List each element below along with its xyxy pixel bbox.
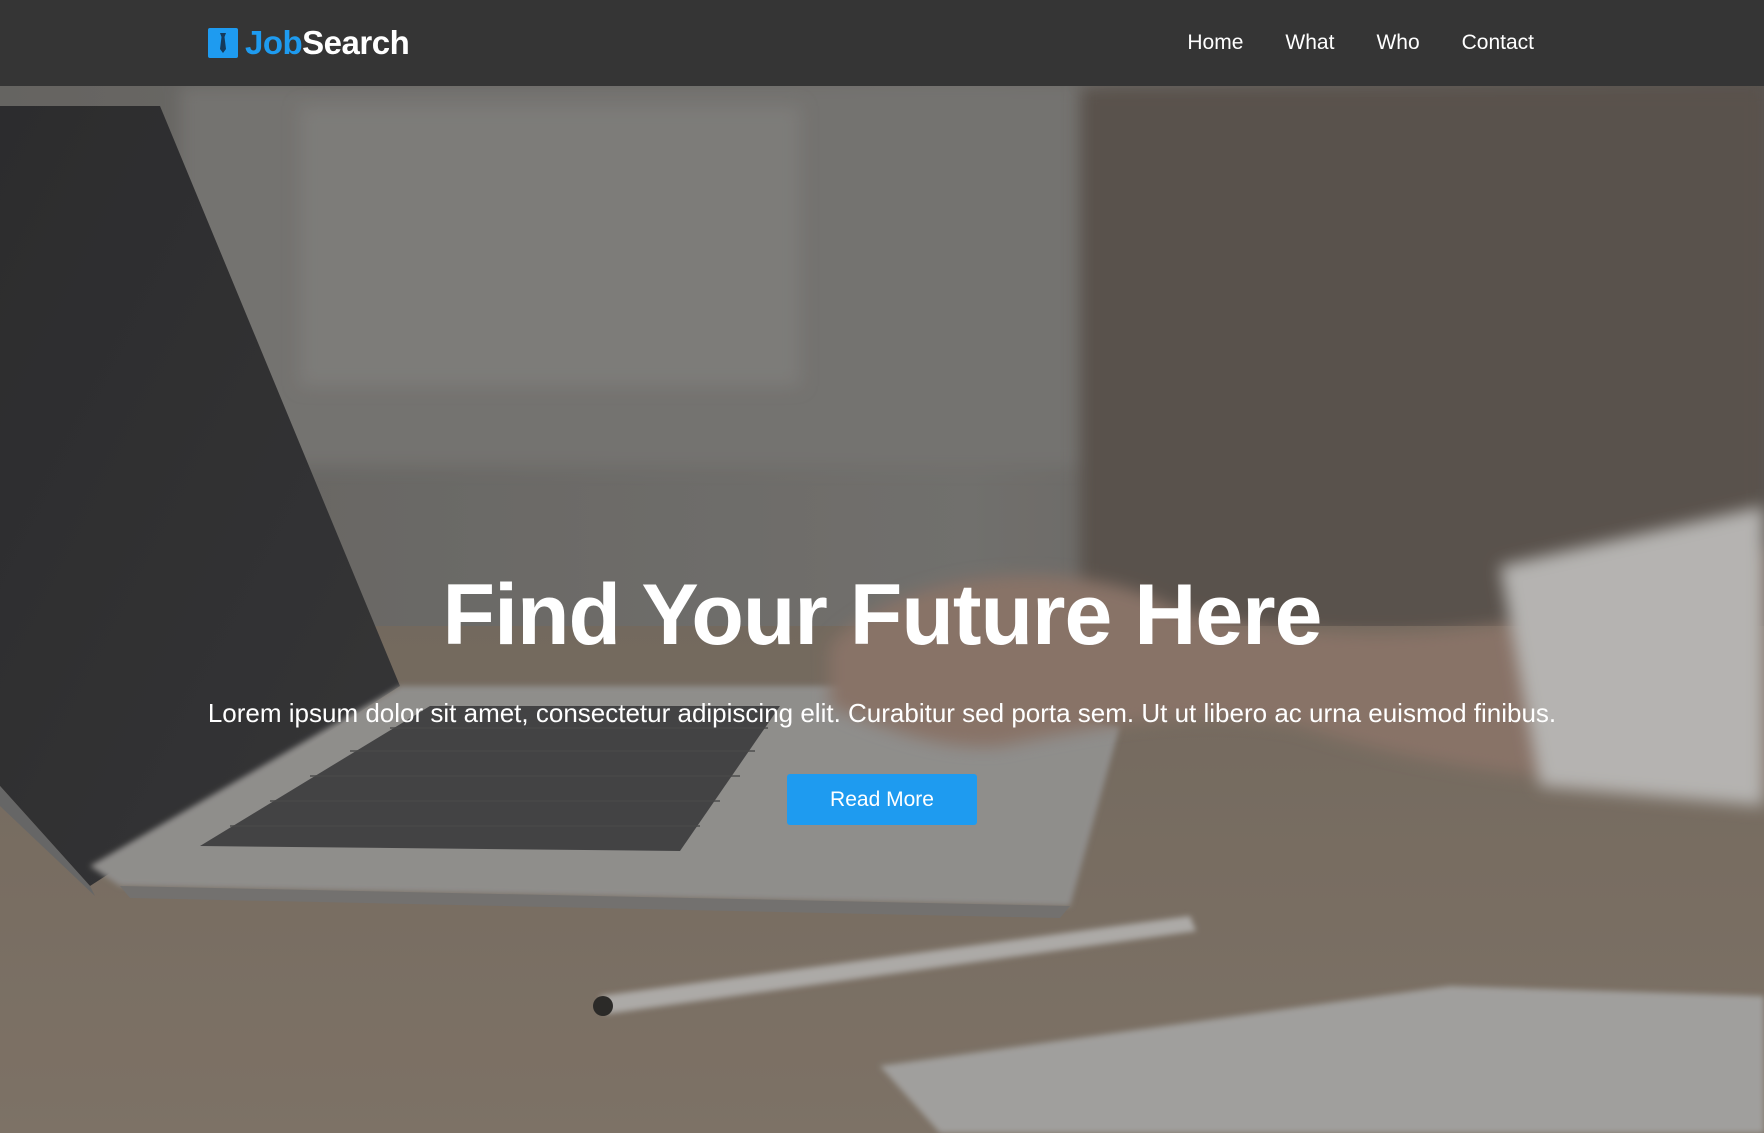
hero-content: Find Your Future Here Lorem ipsum dolor … (0, 86, 1764, 1133)
nav-link-who[interactable]: Who (1376, 31, 1419, 54)
brand-name: JobSearch (245, 24, 410, 62)
nav-item-who: Who (1376, 31, 1419, 55)
nav-item-home: Home (1187, 31, 1243, 55)
nav-item-contact: Contact (1462, 31, 1534, 55)
brand-logo[interactable]: JobSearch (208, 24, 410, 62)
nav-menu: Home What Who Contact (1145, 0, 1534, 86)
nav-item-what: What (1285, 31, 1334, 55)
brand-name-part2: Search (302, 24, 410, 61)
nav-link-contact[interactable]: Contact (1462, 31, 1534, 54)
hero-description: Lorem ipsum dolor sit amet, consectetur … (207, 698, 1557, 728)
hero-title: Find Your Future Here (442, 567, 1323, 663)
read-more-button[interactable]: Read More (787, 774, 977, 825)
navbar: JobSearch Home What Who Contact (0, 0, 1764, 86)
nav-link-home[interactable]: Home (1187, 31, 1243, 54)
brand-name-part1: Job (245, 24, 303, 61)
tie-icon (208, 28, 238, 58)
nav-link-what[interactable]: What (1285, 31, 1334, 54)
hero-section: Find Your Future Here Lorem ipsum dolor … (0, 86, 1764, 1133)
